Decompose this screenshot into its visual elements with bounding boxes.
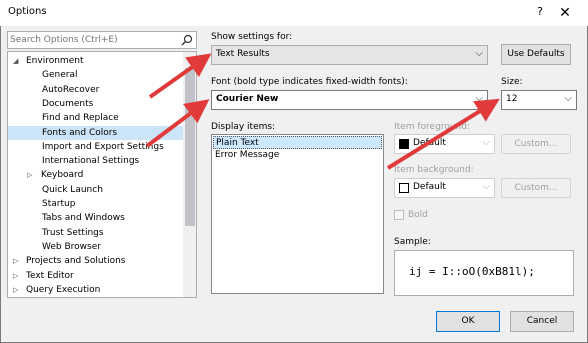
arrow-to-show-settings bbox=[148, 53, 212, 99]
arrow-to-font bbox=[145, 99, 210, 148]
annotation-arrows bbox=[145, 53, 500, 170]
arrow-to-size bbox=[386, 98, 500, 170]
